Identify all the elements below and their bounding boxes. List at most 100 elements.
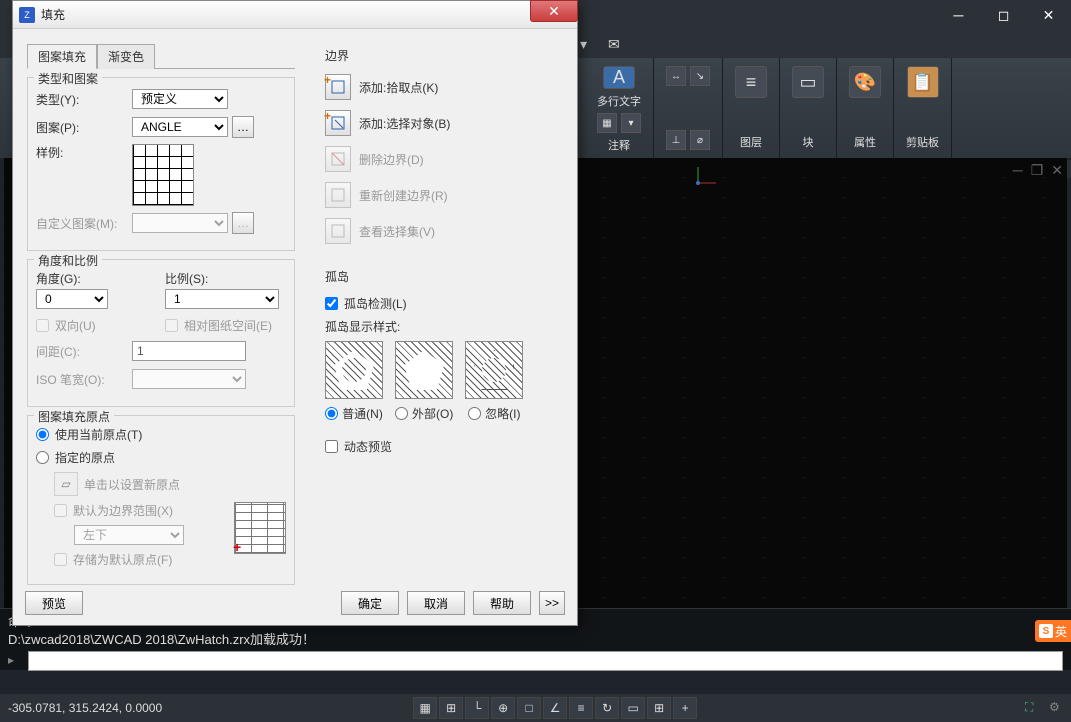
ribbon-group-dimension: ↔ ↘ ⊥ ⌀ — [654, 58, 723, 158]
island-title: 孤岛 — [325, 268, 545, 285]
ribbon-group-annotation: A 多行文字 ▦ ▾ 注释 — [585, 58, 654, 158]
pattern-select[interactable]: ANGLE — [132, 117, 228, 137]
ribbon-group-props: 🎨 属性 — [837, 58, 894, 158]
maximize-button[interactable]: ◻ — [981, 0, 1026, 30]
ime-indicator[interactable]: S 英 — [1035, 620, 1071, 642]
layer-icon[interactable]: ≡ — [735, 66, 767, 98]
dim2-icon[interactable]: ⊥ — [666, 130, 686, 150]
status-coords: -305.0781, 315.2424, 0.0000 — [8, 701, 182, 715]
origin-swatch — [234, 502, 286, 554]
dialog-tabs: 图案填充 渐变色 — [27, 43, 295, 69]
island-ignore-radio[interactable]: 忽略(I) — [468, 405, 520, 422]
dialog-titlebar[interactable]: Z 填充 ✕ — [13, 1, 577, 29]
help-button[interactable]: 帮助 — [473, 591, 531, 615]
island-style-label: 孤岛显示样式: — [325, 318, 545, 335]
leader-icon[interactable]: ↘ — [690, 66, 710, 86]
lineweight-icon[interactable]: ≡ — [569, 697, 593, 719]
arrows-icon[interactable]: ⛶ — [1025, 700, 1041, 716]
palette-icon[interactable]: 🎨 — [849, 66, 881, 98]
dropdown-icon[interactable]: ▾ — [621, 113, 641, 133]
polar-icon[interactable]: ⊕ — [491, 697, 515, 719]
snap-icon[interactable]: ⊞ — [439, 697, 463, 719]
layer-label: 图层 — [740, 134, 762, 150]
dynamic-preview-checkbox[interactable]: 动态预览 — [325, 438, 545, 455]
island-normal-swatch[interactable] — [325, 341, 383, 399]
remove-boundary-label: 删除边界(D) — [359, 151, 424, 168]
boundary-section: 边界 + 添加:拾取点(K) + 添加:选择对象(B) 删除边界(D) 重新创建… — [325, 43, 545, 258]
block-label: 块 — [803, 134, 814, 150]
type-select[interactable]: 预定义 — [132, 89, 228, 109]
model-icon[interactable]: ⊞ — [647, 697, 671, 719]
pattern-swatch[interactable] — [132, 144, 194, 206]
block-icon[interactable]: ▭ — [792, 66, 824, 98]
expand-button[interactable]: >> — [539, 591, 565, 615]
island-normal-radio[interactable]: 普通(N) — [325, 405, 383, 422]
command-line-2: D:\zwcad2018\ZWCAD 2018\ZwHatch.zrx加载成功！ — [8, 631, 1063, 649]
plus-icon[interactable]: + — [673, 697, 697, 719]
type-label: 类型(Y): — [36, 91, 132, 108]
specified-origin-radio[interactable]: 指定的原点 — [36, 449, 286, 466]
cancel-button[interactable]: 取消 — [407, 591, 465, 615]
minimize-button[interactable]: ─ — [936, 0, 981, 30]
command-prompt-icon: ▸ — [8, 653, 24, 669]
add-select-button[interactable]: + — [325, 110, 351, 136]
angle-scale-group: 角度和比例 角度(G): 0 比例(S): 1 双向(U) 相对图纸空间(E) — [27, 259, 295, 407]
tab-pattern[interactable]: 图案填充 — [27, 44, 97, 69]
mtext-icon[interactable]: A — [603, 66, 635, 89]
view-selection-label: 查看选择集(V) — [359, 223, 435, 240]
scale-select[interactable]: 1 — [165, 289, 279, 309]
angle-label: 角度(G): — [36, 270, 157, 287]
preview-button[interactable]: 预览 — [25, 591, 83, 615]
type-pattern-title: 类型和图案 — [34, 70, 102, 87]
sample-label: 样例: — [36, 144, 132, 161]
pattern-browse-button[interactable]: … — [232, 116, 254, 138]
annotation-panel-label: 注释 — [608, 137, 630, 153]
angle-select[interactable]: 0 — [36, 289, 108, 309]
island-outer-radio[interactable]: 外部(O) — [395, 405, 453, 422]
click-new-origin-label: 单击以设置新原点 — [84, 476, 180, 493]
island-ignore-swatch[interactable] — [465, 341, 523, 399]
angle-scale-title: 角度和比例 — [34, 252, 102, 269]
custom-pattern-select — [132, 213, 228, 233]
ribbon-group-clipboard: 📋 剪贴板 — [894, 58, 952, 158]
ribbon-group-layer: ≡ 图层 — [723, 58, 780, 158]
dialog-close-button[interactable]: ✕ — [530, 0, 578, 22]
add-pick-button[interactable]: + — [325, 74, 351, 100]
gear-icon[interactable]: ⚙ — [1049, 700, 1065, 716]
table-icon[interactable]: ▦ — [597, 113, 617, 133]
add-select-label: 添加:选择对象(B) — [359, 115, 450, 132]
mail-icon[interactable]: ✉ — [608, 36, 624, 52]
ime-text: 英 — [1055, 623, 1067, 640]
clipboard-icon[interactable]: 📋 — [907, 66, 939, 98]
status-bar: -305.0781, 315.2424, 0.0000 ▦ ⊞ └ ⊕ □ ∠ … — [0, 694, 1071, 722]
ortho-icon[interactable]: └ — [465, 697, 489, 719]
ribbon-group-block: ▭ 块 — [780, 58, 837, 158]
type-pattern-group: 类型和图案 类型(Y): 预定义 图案(P): ANGLE … 样例: 自定义图… — [27, 77, 295, 251]
ime-badge: S — [1039, 624, 1053, 638]
tab-gradient[interactable]: 渐变色 — [97, 44, 155, 69]
cycle-icon[interactable]: ↻ — [595, 697, 619, 719]
island-detect-checkbox[interactable]: 孤岛检测(L) — [325, 295, 545, 312]
recreate-boundary-button — [325, 182, 351, 208]
osnap-icon[interactable]: □ — [517, 697, 541, 719]
dim-icon[interactable]: ↔ — [666, 66, 686, 86]
use-current-origin-radio[interactable]: 使用当前原点(T) — [36, 426, 286, 443]
dyn-icon[interactable]: ▭ — [621, 697, 645, 719]
app-close-button[interactable]: ✕ — [1026, 0, 1071, 30]
store-default-checkbox: 存储为默认原点(F) — [54, 551, 226, 568]
island-section: 孤岛 孤岛检测(L) 孤岛显示样式: 普通(N) 外部(O) — [325, 264, 545, 465]
props-label: 属性 — [854, 134, 876, 150]
dialog-footer: 预览 确定 取消 帮助 >> — [25, 591, 565, 615]
island-outer-swatch[interactable] — [395, 341, 453, 399]
pick-origin-button: ▱ — [54, 472, 78, 496]
grid-icon[interactable]: ▦ — [413, 697, 437, 719]
ok-button[interactable]: 确定 — [341, 591, 399, 615]
default-bounds-checkbox: 默认为边界范围(X) — [54, 502, 226, 519]
dialog-title: 填充 — [41, 6, 65, 23]
add-pick-label: 添加:拾取点(K) — [359, 79, 438, 96]
chevron-down-icon[interactable]: ▾ — [580, 36, 596, 52]
command-input[interactable] — [28, 651, 1063, 671]
dim3-icon[interactable]: ⌀ — [690, 130, 710, 150]
otrack-icon[interactable]: ∠ — [543, 697, 567, 719]
spacing-input — [132, 341, 246, 361]
